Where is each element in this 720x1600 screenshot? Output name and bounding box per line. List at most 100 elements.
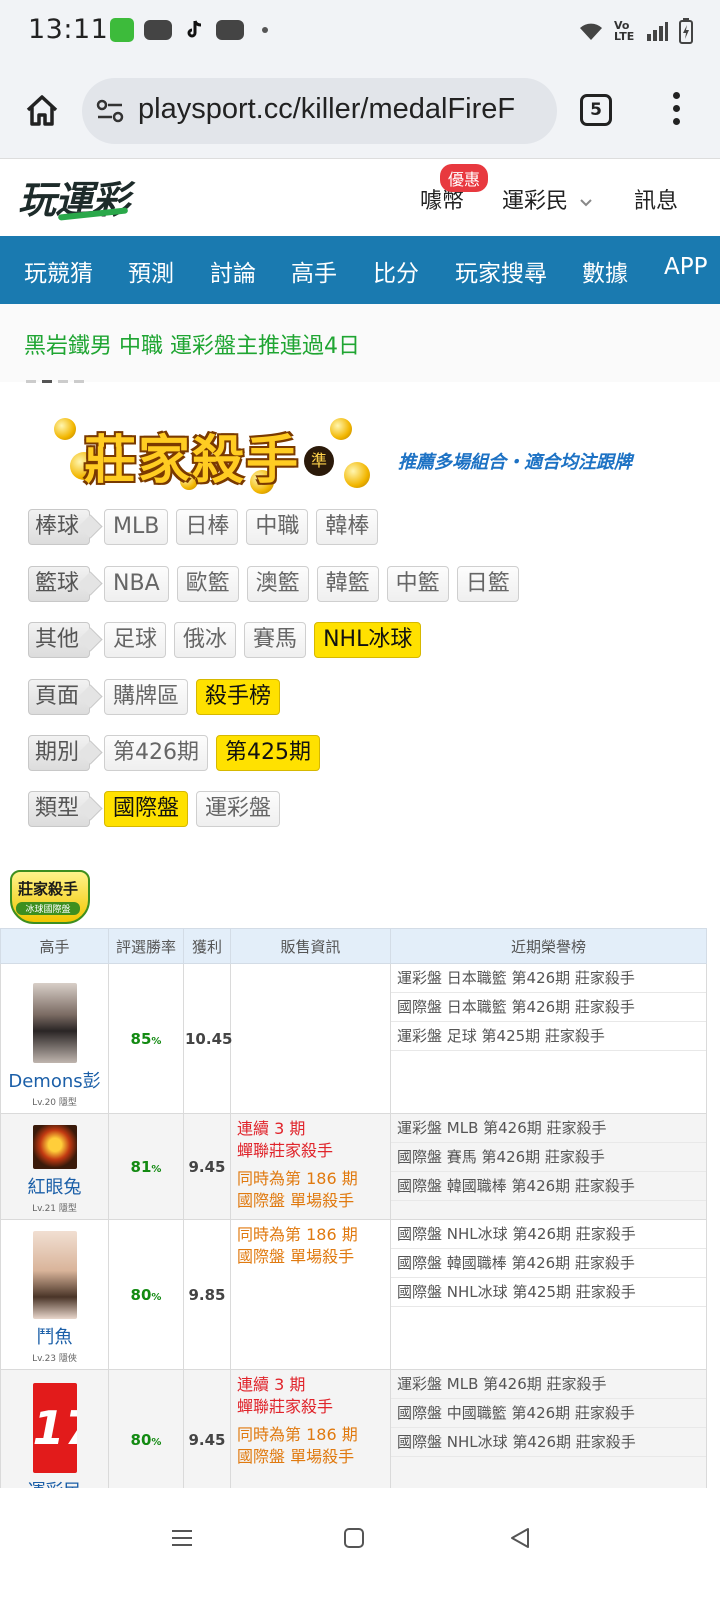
filter-row-baseball: 棒球 MLB 日棒 中職 韓棒 (28, 509, 379, 545)
user-cell: Demons彭 Lv.20 隱型 (0, 963, 109, 1114)
back-icon[interactable] (508, 1526, 532, 1550)
win-rate: 81% (108, 1113, 184, 1220)
url-text[interactable]: playsport.cc/killer/medalFireF (138, 93, 515, 126)
nav-item-experts[interactable]: 高手 (291, 254, 337, 288)
medal-title: 莊家殺手 (17, 880, 78, 898)
medal-badge: 莊家殺手 冰球國際盤 (4, 870, 92, 926)
wifi-icon (580, 23, 602, 40)
home-icon[interactable] (342, 1526, 366, 1550)
filter-option[interactable]: 日籃 (456, 566, 519, 602)
site-settings-icon[interactable] (96, 99, 124, 123)
table-row: 紅眼兔 Lv.21 隱型 81% 9.45 連續 3 期蟬聯莊家殺手 同時為第 … (0, 1113, 707, 1220)
filter-option[interactable]: 韓棒 (316, 509, 379, 545)
filter-option[interactable]: 澳籃 (246, 566, 309, 602)
filter-option[interactable]: 足球 (104, 622, 167, 658)
youtube-icon (216, 20, 244, 40)
honors-cell: 國際盤 NHL冰球 第426期 莊家殺手 國際盤 韓國職棒 第426期 莊家殺手… (390, 1219, 707, 1370)
site-header: 玩運彩 噱幣 運彩民 訊息 (0, 158, 720, 237)
filter-row-period: 期別 第426期 第425期 (28, 735, 321, 771)
filter-option[interactable]: 俄冰 (174, 622, 237, 658)
avatar[interactable] (32, 1125, 77, 1169)
status-bar: 13:11 Vo LTE (0, 0, 720, 66)
honor-item[interactable]: 運彩盤 日本職籃 第426期 莊家殺手 (391, 964, 706, 993)
tiktok-icon (182, 18, 206, 42)
profit: 10.45 (183, 963, 232, 1114)
filter-option[interactable]: 中籃 (386, 566, 449, 602)
avatar[interactable]: 17 (32, 1382, 77, 1473)
honor-item[interactable]: 國際盤 韓國職棒 第426期 莊家殺手 (391, 1249, 706, 1278)
filter-option[interactable]: 中職 (246, 509, 309, 545)
profit: 9.45 (183, 1113, 231, 1220)
nav-item-data[interactable]: 數據 (582, 254, 628, 288)
address-bar[interactable]: playsport.cc/killer/medalFireF (82, 78, 557, 144)
status-app-icons (110, 18, 268, 42)
chevron-down-icon (580, 199, 592, 207)
nav-item-scores[interactable]: 比分 (373, 254, 419, 288)
sale-streak[interactable]: 連續 3 期蟬聯莊家殺手 (237, 1118, 384, 1162)
filter-option[interactable]: 韓籃 (316, 566, 379, 602)
honor-item[interactable]: 運彩盤 MLB 第426期 莊家殺手 (391, 1114, 706, 1143)
filter-option[interactable]: 日棒 (176, 509, 239, 545)
filter-option[interactable]: 賽馬 (244, 622, 307, 658)
user-level: Lv.20 隱型 (32, 1098, 77, 1108)
ticker-headline[interactable]: 黑岩鐵男 中職 運彩盤主推連過4日 (24, 328, 360, 360)
filter-option[interactable]: 運彩盤 (196, 791, 281, 827)
overflow-menu-icon[interactable] (670, 92, 682, 132)
ticker-pager (26, 380, 84, 383)
nav-item-forum[interactable]: 討論 (210, 254, 256, 288)
filter-option[interactable]: 第426期 (104, 735, 209, 771)
username-link[interactable]: Demons彭 (2, 1067, 107, 1093)
column-header: 評選勝率 (108, 928, 184, 964)
promo-badge: 優惠 (440, 164, 489, 192)
honor-item[interactable]: 國際盤 NHL冰球 第426期 莊家殺手 (391, 1428, 706, 1457)
sale-single-killer[interactable]: 同時為第 186 期國際盤 單場殺手 (237, 1424, 384, 1468)
profit: 9.85 (183, 1219, 231, 1370)
avatar[interactable] (32, 983, 77, 1063)
filter-option-selected[interactable]: 殺手榜 (196, 679, 281, 715)
filter-option-selected[interactable]: 第425期 (216, 735, 321, 771)
honor-item[interactable]: 運彩盤 足球 第425期 莊家殺手 (391, 1022, 706, 1051)
user-cell: 紅眼兔 Lv.21 隱型 (0, 1113, 109, 1220)
banner-title: 莊家殺手 (84, 430, 301, 491)
filter-option-selected[interactable]: NHL冰球 (314, 622, 422, 658)
filter-option-selected[interactable]: 國際盤 (104, 791, 189, 827)
honor-item[interactable]: 國際盤 中國職籃 第426期 莊家殺手 (391, 1399, 706, 1428)
nav-item-predict[interactable]: 預測 (128, 254, 174, 288)
filter-option[interactable]: NBA (104, 566, 169, 602)
recents-icon[interactable] (170, 1526, 194, 1550)
wechat-icon (110, 18, 134, 42)
honor-item[interactable]: 國際盤 賽馬 第426期 莊家殺手 (391, 1143, 706, 1172)
nav-item-player-search[interactable]: 玩家搜尋 (455, 254, 547, 288)
filter-option[interactable]: MLB (104, 509, 169, 545)
home-icon[interactable] (22, 90, 62, 130)
tab-switcher-button[interactable]: 5 (580, 94, 612, 126)
filter-option[interactable]: 歐籃 (176, 566, 239, 602)
nav-item-guess[interactable]: 玩競猜 (24, 254, 93, 288)
sale-streak[interactable]: 連續 3 期蟬聯莊家殺手 (237, 1374, 384, 1418)
filter-row-other: 其他 足球 俄冰 賽馬 NHL冰球 (28, 622, 422, 658)
sale-single-killer[interactable]: 同時為第 186 期國際盤 單場殺手 (237, 1224, 384, 1268)
nav-item-app[interactable]: APP (664, 254, 707, 280)
coin-icon (330, 418, 352, 440)
avatar[interactable] (32, 1231, 77, 1319)
username-link[interactable]: 紅眼兔 (2, 1173, 107, 1199)
filter-row-page: 頁面 購牌區 殺手榜 (28, 679, 281, 715)
filter-label: 期別 (28, 735, 91, 771)
sale-single-killer[interactable]: 同時為第 186 期國際盤 單場殺手 (237, 1168, 384, 1212)
honor-item[interactable]: 國際盤 NHL冰球 第425期 莊家殺手 (391, 1278, 706, 1307)
honor-item[interactable]: 國際盤 韓國職棒 第426期 莊家殺手 (391, 1172, 706, 1201)
system-nav-bar (0, 1488, 720, 1600)
coin-icon (344, 462, 370, 488)
honor-item[interactable]: 國際盤 日本職籃 第426期 莊家殺手 (391, 993, 706, 1022)
message-link[interactable]: 訊息 (634, 183, 678, 215)
volte-icon: Vo LTE (614, 19, 635, 43)
member-menu[interactable]: 運彩民 (502, 183, 593, 215)
honor-item[interactable]: 國際盤 NHL冰球 第426期 莊家殺手 (391, 1220, 706, 1249)
filter-option[interactable]: 購牌區 (104, 679, 189, 715)
member-menu-label: 運彩民 (502, 189, 569, 214)
filter-row-basketball: 籃球 NBA 歐籃 澳籃 韓籃 中籃 日籃 (28, 566, 519, 602)
filter-label: 頁面 (28, 679, 91, 715)
username-link[interactable]: 鬥魚 (2, 1323, 107, 1349)
honors-cell: 運彩盤 日本職籃 第426期 莊家殺手 國際盤 日本職籃 第426期 莊家殺手 … (390, 963, 707, 1114)
honor-item[interactable]: 運彩盤 MLB 第426期 莊家殺手 (391, 1370, 706, 1399)
